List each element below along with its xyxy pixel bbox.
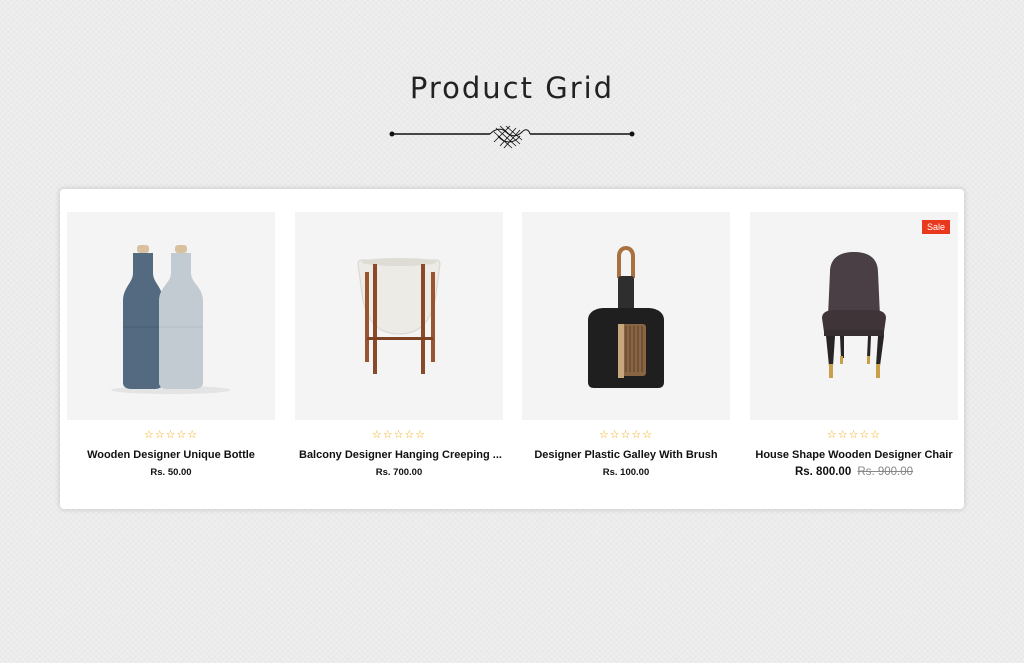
product-old-price: Rs. 900.00 [857, 466, 914, 478]
ornament-divider [389, 125, 635, 149]
price-row: Rs. 700.00 [295, 467, 503, 478]
chair-illustration [822, 252, 886, 378]
page-title: Product Grid [409, 71, 615, 106]
price-row: Rs. 50.00 [67, 467, 275, 478]
product-price: Rs. 100.00 [602, 467, 650, 478]
sale-badge: Sale [921, 220, 950, 234]
product-grid-panel: ☆☆☆☆☆ Wooden Designer Unique Bottle Rs. … [60, 189, 964, 509]
product-title[interactable]: Wooden Designer Unique Bottle [67, 449, 275, 461]
product-title[interactable]: Designer Plastic Galley With Brush [522, 449, 730, 461]
product-price: Rs. 50.00 [150, 467, 192, 478]
bottle-grinder-illustration [111, 245, 231, 394]
star-rating: ☆☆☆☆☆ [371, 429, 427, 441]
product-card[interactable]: ☆☆☆☆☆ Designer Plastic Galley With Brush… [522, 212, 730, 478]
product-price: Rs. 700.00 [375, 467, 423, 478]
product-image[interactable] [295, 212, 503, 420]
product-image[interactable]: Sale [750, 212, 958, 420]
product-title[interactable]: House Shape Wooden Designer Chair [750, 449, 958, 461]
star-rating: ☆☆☆☆☆ [143, 429, 199, 441]
planter-stand-illustration [357, 258, 441, 374]
product-image[interactable] [522, 212, 730, 420]
dustpan-brush-illustration [588, 246, 664, 388]
price-row: Rs. 800.00 Rs. 900.00 [750, 466, 958, 478]
product-card[interactable]: ☆☆☆☆☆ Balcony Designer Hanging Creeping … [295, 212, 503, 478]
product-card[interactable]: ☆☆☆☆☆ Wooden Designer Unique Bottle Rs. … [67, 212, 275, 478]
product-card[interactable]: Sale ☆☆☆☆☆ House Shape Wooden Designer C… [750, 212, 958, 478]
product-image[interactable] [67, 212, 275, 420]
product-title[interactable]: Balcony Designer Hanging Creeping ... [295, 449, 503, 461]
star-rating: ☆☆☆☆☆ [598, 429, 654, 441]
product-price: Rs. 800.00 [794, 466, 852, 478]
star-rating: ☆☆☆☆☆ [826, 429, 882, 441]
price-row: Rs. 100.00 [522, 467, 730, 478]
